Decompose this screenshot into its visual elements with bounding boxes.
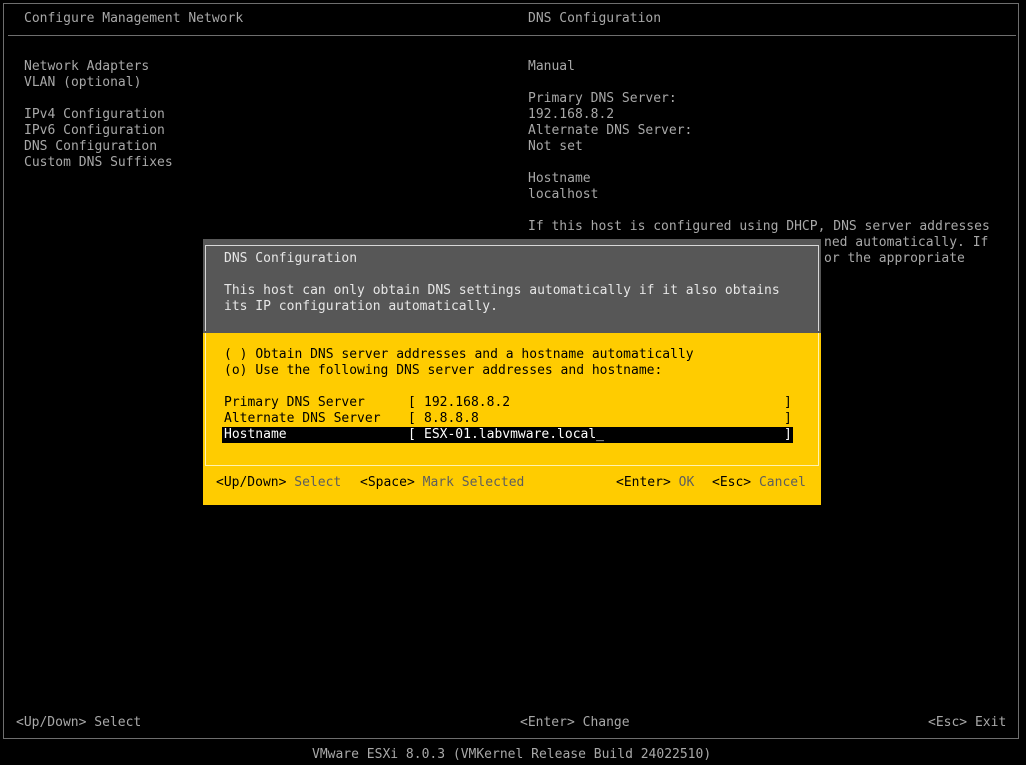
primary-dns-input[interactable]: 192.168.8.2 (424, 395, 510, 411)
help-text-line-3: or the appropriate (824, 251, 965, 266)
key-space: <Space> (360, 475, 415, 490)
alternate-dns-label: Alternate DNS Server: (528, 123, 693, 138)
hint-updown-action: Select (294, 475, 342, 490)
primary-dns-close-bracket: ] (784, 395, 792, 410)
key-enter: <Enter> (616, 475, 671, 490)
menu-item-network-adapters[interactable]: Network Adapters (24, 59, 149, 75)
radio-marker: ( ) (224, 347, 248, 362)
hostname-input[interactable]: ESX-01.labvmware.local_ (424, 427, 604, 443)
radio-marker: (o) (224, 363, 248, 378)
alternate-dns-input[interactable]: 8.8.8.8 (424, 411, 479, 427)
radio-obtain-automatically[interactable]: ( ) Obtain DNS server addresses and a ho… (224, 347, 694, 363)
bottom-hint-esc: <Esc> Exit (928, 715, 1007, 730)
alternate-dns-value: Not set (528, 139, 583, 154)
alternate-dns-field-label: Alternate DNS Server (224, 411, 381, 426)
dns-mode: Manual (528, 59, 575, 74)
radio-label: Obtain DNS server addresses and a hostna… (255, 347, 694, 362)
right-panel-title: DNS Configuration (528, 11, 662, 26)
cancel-button[interactable]: <Esc> Cancel (712, 475, 806, 491)
primary-dns-field-label: Primary DNS Server (224, 395, 365, 410)
cancel-label: Cancel (758, 475, 806, 490)
menu-item-vlan[interactable]: VLAN (optional) (24, 75, 141, 91)
left-panel-title: Configure Management Network (24, 11, 244, 26)
hostname-value: localhost (528, 187, 599, 202)
key-esc: <Esc> (712, 475, 752, 490)
hostname-field-label: Hostname (224, 427, 287, 442)
menu-item-ipv6[interactable]: IPv6 Configuration (24, 123, 165, 139)
menu-item-dns-configuration[interactable]: DNS Configuration (24, 139, 157, 155)
radio-label: Use the following DNS server addresses a… (255, 363, 663, 378)
key-updown: <Up/Down> (216, 475, 287, 490)
help-text-line-1: If this host is configured using DHCP, D… (528, 219, 990, 234)
hostname-label: Hostname (528, 171, 591, 186)
hint-space: <Space> Mark Selected (360, 475, 524, 491)
dialog-description-line-2: its IP configuration automatically. (224, 299, 498, 314)
menu-item-ipv4[interactable]: IPv4 Configuration (24, 107, 165, 123)
primary-dns-label: Primary DNS Server: (528, 91, 677, 106)
ok-label: OK (678, 475, 695, 490)
ok-button[interactable]: <Enter> OK (616, 475, 694, 491)
menu-item-custom-dns-suffixes[interactable]: Custom DNS Suffixes (24, 155, 173, 171)
primary-dns-value: 192.168.8.2 (528, 107, 615, 122)
primary-dns-open-bracket: [ (408, 395, 416, 410)
help-text-line-2: ned automatically. If (824, 235, 989, 250)
hint-space-action: Mark Selected (422, 475, 525, 490)
hint-updown: <Up/Down> Select (216, 475, 341, 491)
hostname-close-bracket: ] (784, 427, 792, 442)
dialog-description-line-1: This host can only obtain DNS settings a… (224, 283, 780, 298)
alternate-dns-close-bracket: ] (784, 411, 792, 426)
alternate-dns-open-bracket: [ (408, 411, 416, 426)
radio-use-following[interactable]: (o) Use the following DNS server address… (224, 363, 662, 379)
header-divider (8, 35, 1016, 36)
hostname-open-bracket: [ (408, 427, 416, 442)
bottom-hint-updown: <Up/Down> Select (16, 715, 142, 730)
bottom-hint-enter: <Enter> Change (520, 715, 630, 730)
dialog-title: DNS Configuration (224, 251, 358, 266)
footer-version: VMware ESXi 8.0.3 (VMKernel Release Buil… (312, 747, 712, 762)
